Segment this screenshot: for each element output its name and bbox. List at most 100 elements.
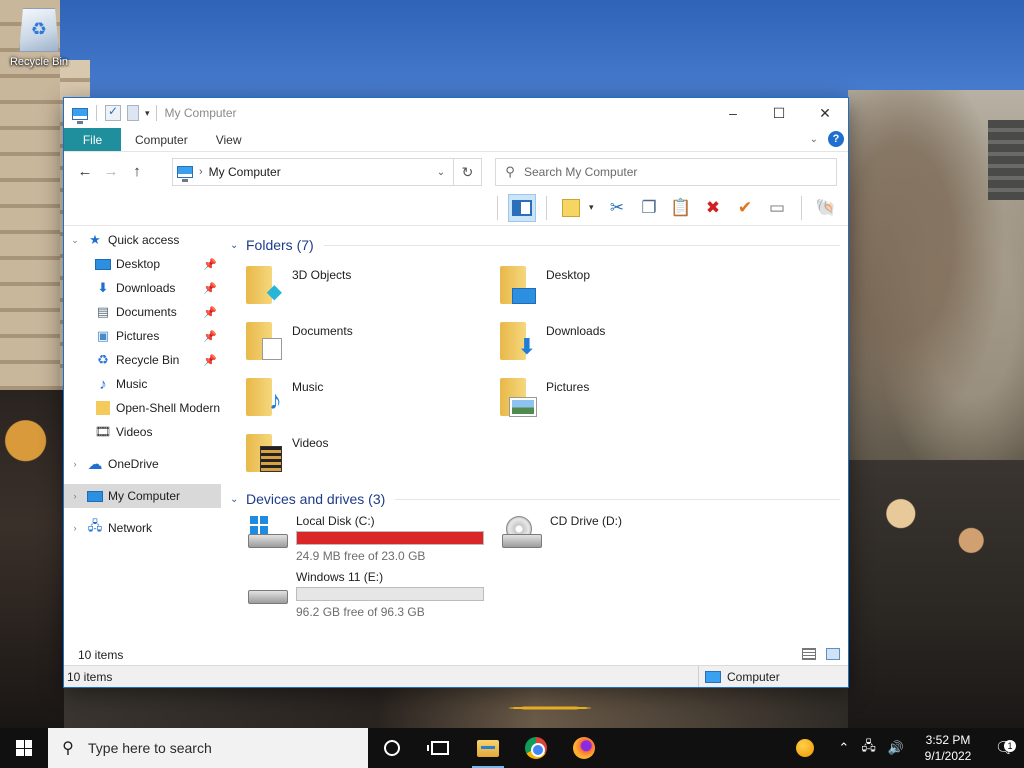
- new-folder-icon[interactable]: [127, 105, 139, 121]
- file-explorer-button[interactable]: [464, 728, 512, 768]
- tab-computer[interactable]: Computer: [121, 128, 202, 151]
- chrome-button[interactable]: [512, 728, 560, 768]
- folder-pictures[interactable]: Pictures: [500, 370, 754, 426]
- task-view-icon: [427, 741, 449, 755]
- taskbar-search-box[interactable]: ⚲ Type here to search: [48, 728, 368, 768]
- properties-icon[interactable]: [105, 104, 121, 121]
- close-button[interactable]: ✕: [802, 98, 848, 128]
- folder-documents[interactable]: Documents: [246, 314, 500, 370]
- notes-button[interactable]: [557, 194, 585, 222]
- rename-button[interactable]: ▭: [763, 194, 791, 222]
- forward-button[interactable]: →: [98, 163, 124, 180]
- navigation-pane: ⌄ ★ Quick access Desktop 📌 ⬇ Downloads 📌…: [64, 226, 221, 646]
- pin-icon[interactable]: 📌: [203, 258, 217, 271]
- desktop-icon: [94, 256, 112, 272]
- wallpaper-crowd-left: [0, 390, 64, 728]
- volume-icon[interactable]: 🔊: [888, 740, 904, 756]
- folder-music[interactable]: ♪ Music: [246, 370, 500, 426]
- maximize-button[interactable]: ☐: [756, 98, 802, 128]
- folder-desktop[interactable]: Desktop: [500, 258, 754, 314]
- desktop-recycle-bin[interactable]: Recycle Bin: [6, 8, 72, 68]
- expand-icon[interactable]: ›: [64, 459, 86, 469]
- refresh-button[interactable]: ↻: [454, 158, 482, 186]
- clock[interactable]: 3:52 PM 9/1/2022: [918, 732, 978, 764]
- sidebar-item-pictures[interactable]: ▣ Pictures 📌: [64, 324, 221, 348]
- copy-icon: ❐: [641, 197, 657, 217]
- notes-dropdown-icon[interactable]: ▾: [589, 202, 599, 213]
- drives-grid: Local Disk (C:) 24.9 MB free of 23.0 GB …: [222, 512, 848, 624]
- sidebar-item-open-shell-modern[interactable]: Open-Shell Modern: [64, 396, 221, 420]
- sidebar-item-videos[interactable]: 🎞 Videos: [64, 420, 221, 444]
- cut-button[interactable]: ✂: [603, 194, 631, 222]
- tab-file[interactable]: File: [64, 128, 121, 151]
- up-button[interactable]: ↑: [124, 163, 150, 180]
- sidebar-item-my-computer[interactable]: › My Computer: [64, 484, 221, 508]
- collapse-icon[interactable]: ⌄: [230, 494, 246, 505]
- folders-group-header[interactable]: ⌄ Folders (7): [222, 232, 848, 258]
- folder-videos[interactable]: Videos: [246, 426, 500, 482]
- expand-icon[interactable]: ›: [64, 523, 86, 533]
- sidebar-item-network[interactable]: › 🖧 Network: [64, 516, 221, 540]
- sidebar-item-quick-access[interactable]: ⌄ ★ Quick access: [64, 228, 221, 252]
- windows-logo-icon: [16, 740, 32, 756]
- computer-icon[interactable]: [72, 107, 88, 124]
- clock-time: 3:52 PM: [925, 733, 971, 747]
- pin-icon[interactable]: 📌: [203, 282, 217, 295]
- breadcrumb-my-computer[interactable]: My Computer: [209, 165, 429, 179]
- sidebar-item-desktop[interactable]: Desktop 📌: [64, 252, 221, 276]
- details-view-icon[interactable]: [802, 648, 816, 660]
- navigation-bar: ← → ↑ › My Computer ⌄ ↻ ⚲ Search My Comp…: [64, 152, 848, 190]
- collapse-icon[interactable]: ⌄: [64, 235, 86, 246]
- pin-icon[interactable]: 📌: [203, 306, 217, 319]
- title-bar[interactable]: ▾ My Computer – ☐ ✕: [64, 98, 848, 128]
- computer-icon: [177, 166, 193, 182]
- paste-button[interactable]: 📋: [667, 194, 695, 222]
- delete-button[interactable]: ✖: [699, 194, 727, 222]
- drive-cd-d[interactable]: CD Drive (D:): [500, 512, 754, 568]
- chevron-up-icon[interactable]: ⌃: [838, 740, 849, 756]
- drive-windows-11-e[interactable]: Windows 11 (E:) 96.2 GB free of 96.3 GB: [246, 568, 500, 624]
- documents-icon: ▤: [96, 304, 110, 319]
- breadcrumb-separator[interactable]: ›: [199, 166, 203, 178]
- drive-local-disk-c[interactable]: Local Disk (C:) 24.9 MB free of 23.0 GB: [246, 512, 500, 568]
- check-button[interactable]: ✔: [731, 194, 759, 222]
- folder-3d-objects[interactable]: ◆ 3D Objects: [246, 258, 500, 314]
- sidebar-item-label: Documents: [116, 305, 177, 319]
- navigation-pane-button[interactable]: [508, 193, 536, 222]
- pin-icon[interactable]: 📌: [203, 330, 217, 343]
- shell-button[interactable]: 🐚: [812, 194, 840, 222]
- expand-icon[interactable]: ›: [64, 491, 86, 501]
- action-center-button[interactable]: 🗨 1: [986, 738, 1024, 758]
- sidebar-item-recycle-bin[interactable]: ♻ Recycle Bin 📌: [64, 348, 221, 372]
- sidebar-item-onedrive[interactable]: › ☁ OneDrive: [64, 452, 221, 476]
- tray-app-icon[interactable]: [796, 739, 815, 757]
- search-input[interactable]: ⚲ Search My Computer: [495, 158, 837, 186]
- help-icon[interactable]: ?: [828, 131, 844, 147]
- copy-button[interactable]: ❐: [635, 194, 663, 222]
- address-bar[interactable]: › My Computer ⌄: [172, 158, 454, 186]
- sidebar-item-music[interactable]: ♪ Music: [64, 372, 221, 396]
- task-view-button[interactable]: [416, 728, 464, 768]
- system-tray: ⌃ 🖧 🔊 3:52 PM 9/1/2022 🗨 1: [796, 728, 1024, 768]
- cortana-button[interactable]: [368, 728, 416, 768]
- recycle-bin-icon: ♻: [97, 352, 109, 367]
- tab-view[interactable]: View: [202, 128, 256, 151]
- sidebar-item-label: Recycle Bin: [116, 353, 180, 367]
- desktop-icon: [500, 266, 536, 304]
- address-dropdown-icon[interactable]: ⌄: [429, 167, 453, 178]
- firefox-button[interactable]: [560, 728, 608, 768]
- pin-icon[interactable]: 📌: [203, 354, 217, 367]
- sidebar-item-documents[interactable]: ▤ Documents 📌: [64, 300, 221, 324]
- network-icon[interactable]: 🖧: [861, 737, 876, 759]
- back-button[interactable]: ←: [72, 163, 98, 180]
- drives-group-header[interactable]: ⌄ Devices and drives (3): [222, 486, 848, 512]
- customize-dropdown-icon[interactable]: ▾: [145, 108, 150, 119]
- collapse-icon[interactable]: ⌄: [230, 240, 246, 251]
- expand-ribbon-icon[interactable]: ⌄: [810, 134, 818, 145]
- minimize-button[interactable]: –: [710, 98, 756, 128]
- sidebar-item-downloads[interactable]: ⬇ Downloads 📌: [64, 276, 221, 300]
- folder-downloads[interactable]: ⬇ Downloads: [500, 314, 754, 370]
- large-icons-view-icon[interactable]: [826, 648, 840, 660]
- windows-drive-icon: [246, 514, 290, 552]
- start-button[interactable]: [0, 728, 48, 768]
